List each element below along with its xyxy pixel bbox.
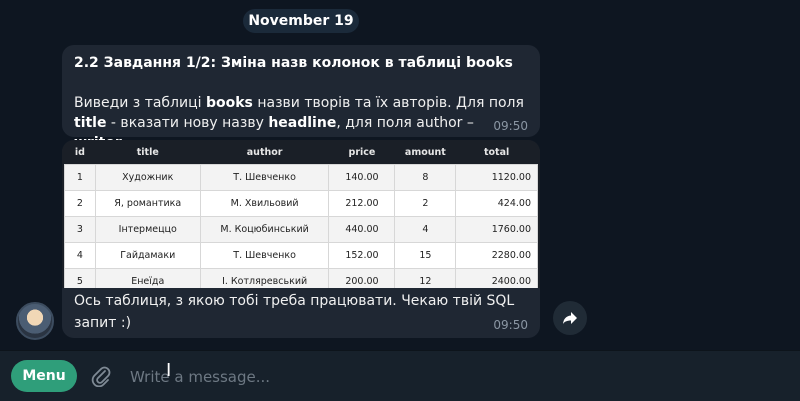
table-image[interactable]: id title author price amount total 1 Худ… bbox=[62, 140, 540, 288]
column-header-title: title bbox=[95, 141, 201, 165]
message-time: 09:50 bbox=[493, 119, 528, 133]
date-label: November 19 bbox=[248, 13, 354, 29]
cell-price: 212.00 bbox=[328, 190, 396, 217]
cell-title: Гайдамаки bbox=[94, 242, 201, 269]
bot-avatar[interactable] bbox=[16, 302, 54, 340]
table-header-row: id title author price amount total bbox=[64, 141, 538, 165]
cell-total: 424.00 bbox=[455, 190, 538, 217]
cell-total: 2400.00 bbox=[455, 268, 538, 288]
cell-total: 1760.00 bbox=[455, 216, 538, 243]
message-bubble-table[interactable]: id title author price amount total 1 Худ… bbox=[62, 140, 540, 338]
paperclip-icon bbox=[91, 366, 111, 387]
cell-total: 2280.00 bbox=[455, 242, 538, 269]
table-row: 2 Я, романтика М. Хвильовий 212.00 2 424… bbox=[64, 190, 538, 217]
cell-author: М. Коцюбинський bbox=[199, 216, 330, 243]
composer-bar: Menu bbox=[0, 350, 800, 401]
cell-price: 152.00 bbox=[328, 242, 396, 269]
table-row: 5 Енеїда І. Котляревський 200.00 12 2400… bbox=[64, 268, 538, 288]
menu-button-label: Menu bbox=[22, 368, 66, 384]
message-time: 09:50 bbox=[493, 318, 528, 332]
cell-price: 140.00 bbox=[328, 164, 396, 191]
share-button[interactable] bbox=[553, 301, 587, 335]
cell-title: Художник bbox=[94, 164, 201, 191]
share-icon bbox=[563, 312, 577, 324]
column-header-amount: amount bbox=[394, 141, 456, 165]
cell-author: Т. Шевченко bbox=[199, 242, 330, 269]
menu-button[interactable]: Menu bbox=[11, 360, 77, 392]
cell-id: 1 bbox=[64, 164, 96, 191]
cell-price: 200.00 bbox=[328, 268, 396, 288]
cell-amount: 15 bbox=[394, 242, 457, 269]
cell-amount: 12 bbox=[394, 268, 457, 288]
cell-title: Енеїда bbox=[94, 268, 201, 288]
cell-amount: 8 bbox=[394, 164, 457, 191]
cell-amount: 2 bbox=[394, 190, 457, 217]
cell-id: 3 bbox=[64, 216, 96, 243]
column-header-total: total bbox=[455, 141, 538, 165]
cell-id: 5 bbox=[64, 268, 96, 288]
message-bubble-task[interactable]: 2.2 Завдання 1/2: Зміна назв колонок в т… bbox=[62, 45, 540, 151]
cell-id: 4 bbox=[64, 242, 96, 269]
cell-id: 2 bbox=[64, 190, 96, 217]
cell-title: Я, романтика bbox=[94, 190, 201, 217]
date-separator: November 19 bbox=[243, 9, 359, 33]
column-header-id: id bbox=[64, 141, 96, 165]
cell-total: 1120.00 bbox=[455, 164, 538, 191]
cell-author: Т. Шевченко bbox=[199, 164, 330, 191]
message-title: 2.2 Завдання 1/2: Зміна назв колонок в т… bbox=[74, 55, 513, 71]
attach-button[interactable] bbox=[90, 364, 112, 388]
cell-amount: 4 bbox=[394, 216, 457, 243]
column-header-price: price bbox=[328, 141, 395, 165]
column-header-author: author bbox=[200, 141, 329, 165]
table-row: 3 Інтермеццо М. Коцюбинський 440.00 4 17… bbox=[64, 216, 538, 243]
books-table: id title author price amount total 1 Худ… bbox=[64, 141, 538, 288]
table-row: 4 Гайдамаки Т. Шевченко 152.00 15 2280.0… bbox=[64, 242, 538, 269]
cell-author: М. Хвильовий bbox=[199, 190, 330, 217]
text-cursor-icon: I bbox=[166, 360, 172, 381]
message-caption: Ось таблиця, з якою тобі треба працювати… bbox=[74, 293, 515, 331]
cell-title: Інтермеццо bbox=[94, 216, 201, 243]
table-row: 1 Художник Т. Шевченко 140.00 8 1120.00 bbox=[64, 164, 538, 191]
cell-price: 440.00 bbox=[328, 216, 396, 243]
message-input[interactable] bbox=[128, 364, 732, 390]
cell-author: І. Котляревський bbox=[199, 268, 330, 288]
